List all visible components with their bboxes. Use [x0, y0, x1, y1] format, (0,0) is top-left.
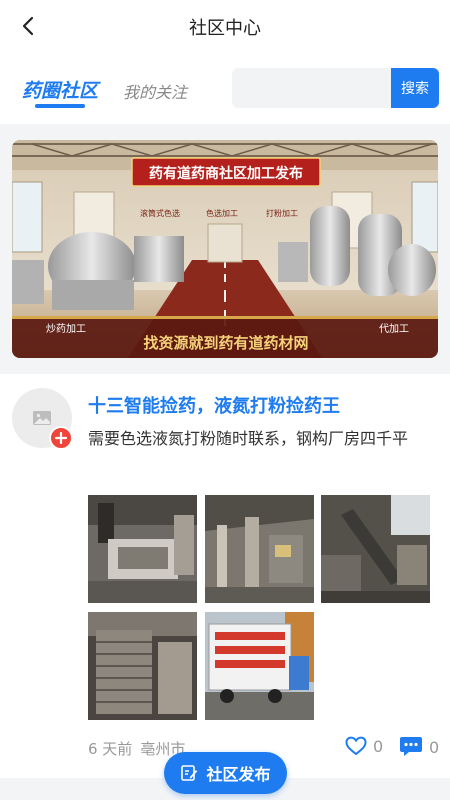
edit-icon: [180, 764, 198, 782]
plus-icon: [55, 432, 67, 444]
post-time: 6 天前: [88, 740, 133, 758]
banner-label-roasting: 炒药加工: [46, 323, 86, 335]
tab-active-indicator: [35, 104, 85, 108]
post-photo[interactable]: [205, 495, 314, 603]
post-photo[interactable]: [88, 612, 197, 720]
banner-headline: 药有道药商社区加工发布: [149, 165, 303, 182]
post-photo-image: [205, 495, 314, 603]
banner-label-powder: 打粉加工: [266, 208, 298, 218]
publish-button[interactable]: 社区发布: [164, 752, 287, 794]
banner-tagline: 找资源就到药有道药材网: [143, 334, 308, 352]
banner-label-color-sort: 色选加工: [206, 208, 238, 218]
tab-bar: 药圈社区 我的关注 搜索: [0, 64, 450, 114]
post-photo-image: [88, 495, 197, 603]
follow-button[interactable]: [49, 426, 73, 450]
post-card[interactable]: 十三智能捡药，液氮打粉捡药王 需要色选液氮打粉随时联系，钢构厂房四千平 6 天前…: [0, 374, 450, 774]
comment-icon: [400, 737, 422, 756]
comment-button[interactable]: 0: [399, 736, 439, 758]
nav-bar: 社区中心: [0, 0, 450, 52]
post-content: 需要色选液氮打粉随时联系，钢构厂房四千平: [88, 429, 409, 448]
post-photo[interactable]: [88, 495, 197, 603]
banner-image: 药有道药商社区加工发布 滚筒式色选 色选加工 打粉加工 炒药加工 代加工 找资源…: [12, 140, 438, 358]
banner-label-roller: 滚筒式色选: [140, 208, 180, 218]
post-photo-image: [205, 612, 314, 720]
comment-count: 0: [429, 737, 440, 757]
heart-icon: [345, 736, 367, 756]
post-photo-image: [321, 495, 430, 603]
post-photo[interactable]: [205, 612, 314, 720]
page-title: 社区中心: [189, 18, 261, 39]
tab-community[interactable]: 药圈社区: [22, 76, 98, 103]
post-title[interactable]: 十三智能捡药，液氮打粉捡药王: [88, 392, 340, 418]
promo-banner[interactable]: 药有道药商社区加工发布 滚筒式色选 色选加工 打粉加工 炒药加工 代加工 找资源…: [12, 140, 438, 358]
like-button[interactable]: 0: [345, 736, 383, 756]
search-input[interactable]: [232, 68, 392, 108]
like-count: 0: [373, 736, 384, 756]
post-photo-image: [88, 612, 197, 720]
image-placeholder-icon: [33, 411, 51, 425]
publish-button-label: 社区发布: [206, 765, 271, 784]
search-button[interactable]: 搜索: [391, 68, 439, 108]
tab-following[interactable]: 我的关注: [123, 79, 187, 103]
banner-label-oem: 代加工: [379, 323, 409, 335]
post-photo[interactable]: [321, 495, 430, 603]
